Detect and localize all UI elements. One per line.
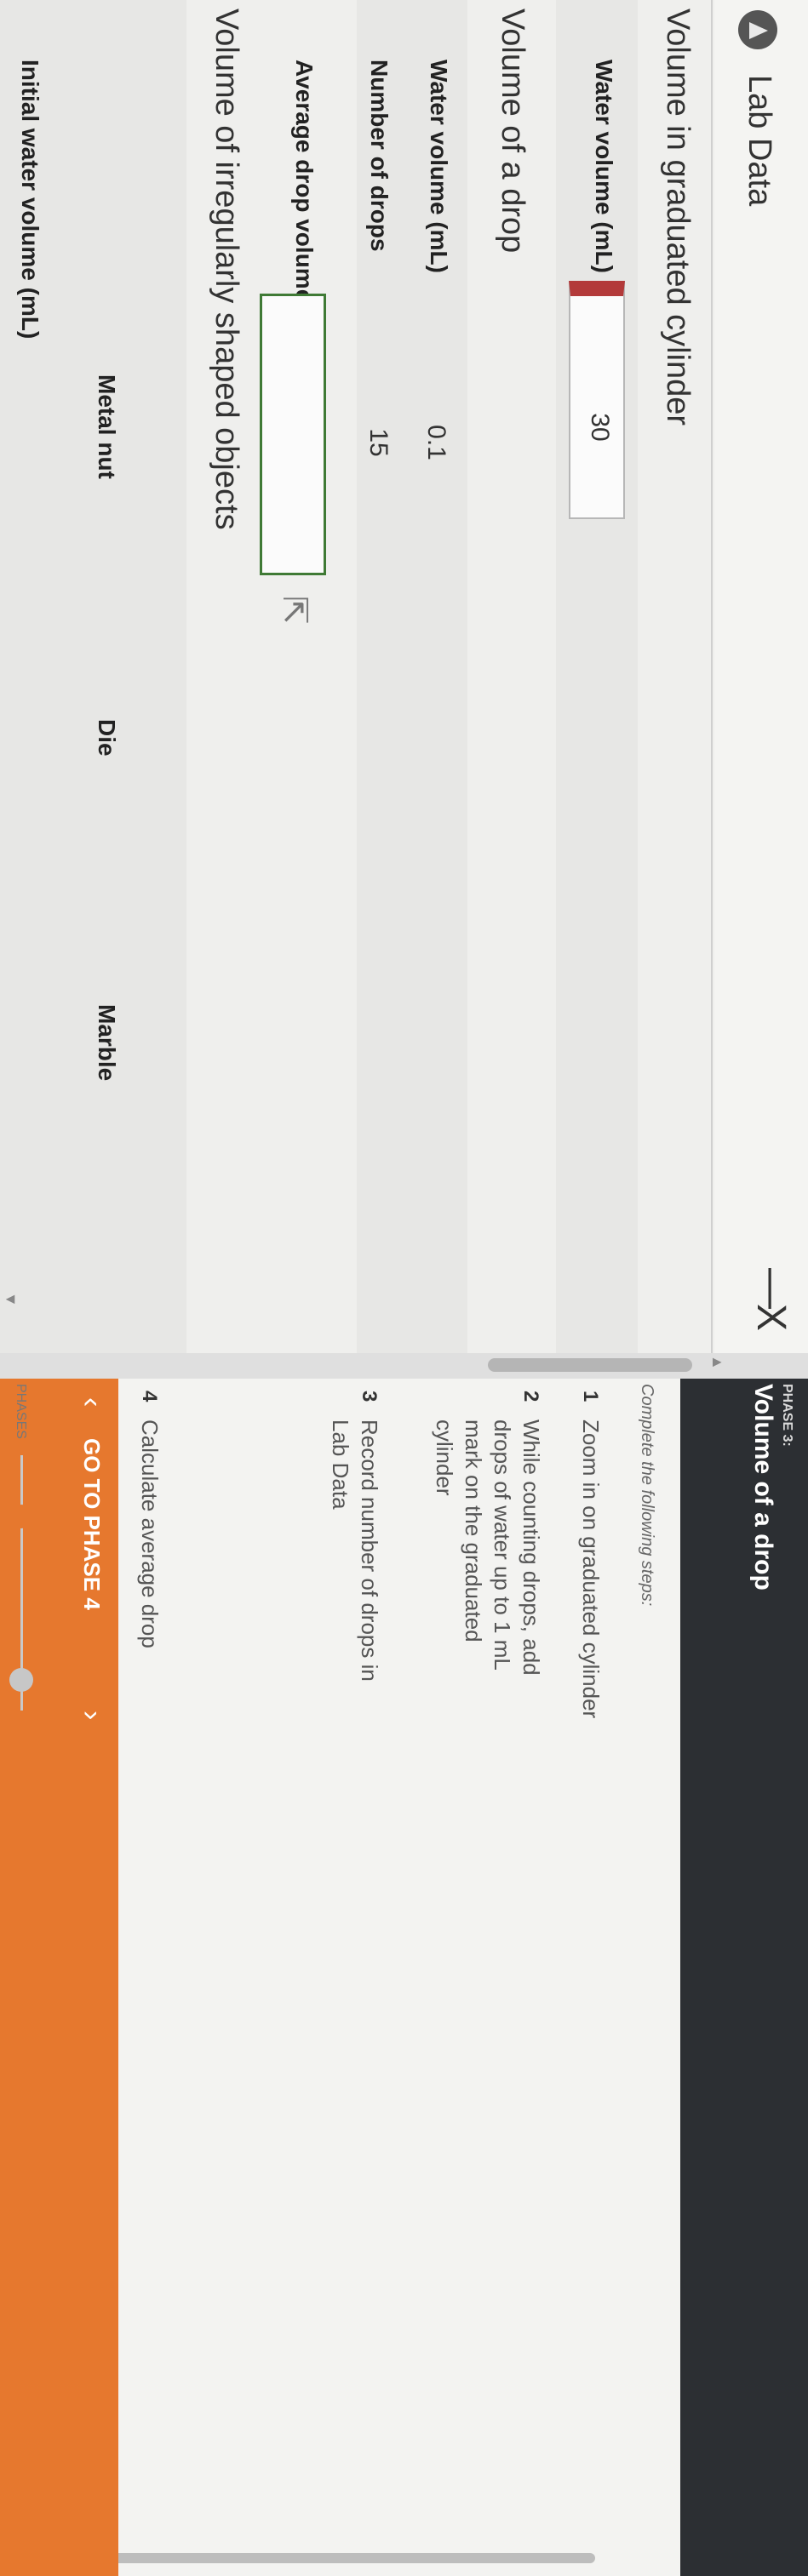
chevron-left-icon[interactable]: ‹ — [75, 1397, 108, 1407]
drops-count-label: Number of drops — [366, 60, 393, 252]
warning-logo-icon — [738, 10, 777, 49]
phase-dot-next[interactable] — [9, 1668, 33, 1692]
step-number-1: 1 — [579, 1391, 602, 1402]
average-drop-volume-input[interactable] — [260, 294, 326, 575]
drop-water-volume-label: Water volume (mL) — [426, 60, 452, 273]
initial-water-volume-label: Initial water volume (mL) — [17, 60, 43, 340]
phase-header: PHASE 3: Volume of a drop — [680, 1379, 808, 2576]
phases-label: PHASES — [14, 1384, 28, 1439]
column-header-marble: Marble — [94, 1004, 120, 1082]
panel-divider — [711, 0, 713, 1353]
go-to-next-phase-label: GO TO PHASE 4 — [79, 1438, 105, 1610]
step-text-4: Calculate average drop — [137, 1419, 163, 1648]
phase-title: Volume of a drop — [749, 1384, 777, 1591]
column-header-die: Die — [94, 719, 120, 757]
cylinder-water-volume-value: 30 — [586, 413, 614, 442]
column-header-metal-nut: Metal nut — [94, 374, 120, 479]
cylinder-water-volume-label: Water volume (mL) — [591, 60, 617, 273]
panel-title: Lab Data — [742, 75, 777, 207]
minimize-icon[interactable]: — — [749, 1268, 796, 1309]
drop-section-title: Volume of a drop — [495, 9, 530, 254]
drop-water-volume-value: 0.1 — [422, 425, 450, 460]
scroll-down-icon[interactable]: ▼ — [2, 1292, 20, 1307]
phase-kicker: PHASE 3: — [780, 1384, 794, 1447]
lab-data-panel: Lab Data — X Volume in graduated cylinde… — [0, 0, 808, 1372]
instruction-panel: PHASE 3: Volume of a drop Complete the f… — [0, 1379, 808, 2576]
steps-intro: Complete the following steps: — [638, 1384, 656, 1607]
step-text-3: Record number of drops in Lab Data — [328, 1419, 382, 1682]
step-number-4: 4 — [138, 1391, 161, 1402]
phase-dot-current[interactable] — [9, 1505, 33, 1528]
step-text-1: Zoom in on graduated cylinder — [578, 1419, 604, 1719]
panel-header: Lab Data — X — [714, 0, 808, 1353]
instruction-scrollbar[interactable] — [67, 2553, 595, 2563]
step-text-2: While counting drops, add drops of water… — [432, 1419, 544, 1676]
cylinder-section-title: Volume in graduated cylinder — [660, 9, 696, 426]
app-stage: Lab Data — X Volume in graduated cylinde… — [0, 0, 808, 2576]
drops-count-value: 15 — [364, 428, 393, 457]
pointer-cursor-icon: ⇱ — [276, 596, 313, 625]
close-icon[interactable]: X — [748, 1304, 794, 1331]
scroll-up-icon[interactable]: ▲ — [708, 1355, 726, 1370]
step-number-2: 2 — [519, 1391, 542, 1402]
chevron-right-icon[interactable]: › — [75, 1711, 108, 1720]
irregular-section-title: Volume of irregularly shaped objects — [209, 9, 244, 530]
step-number-3: 3 — [358, 1391, 381, 1402]
panel-scrollbar-thumb[interactable] — [488, 1358, 692, 1372]
